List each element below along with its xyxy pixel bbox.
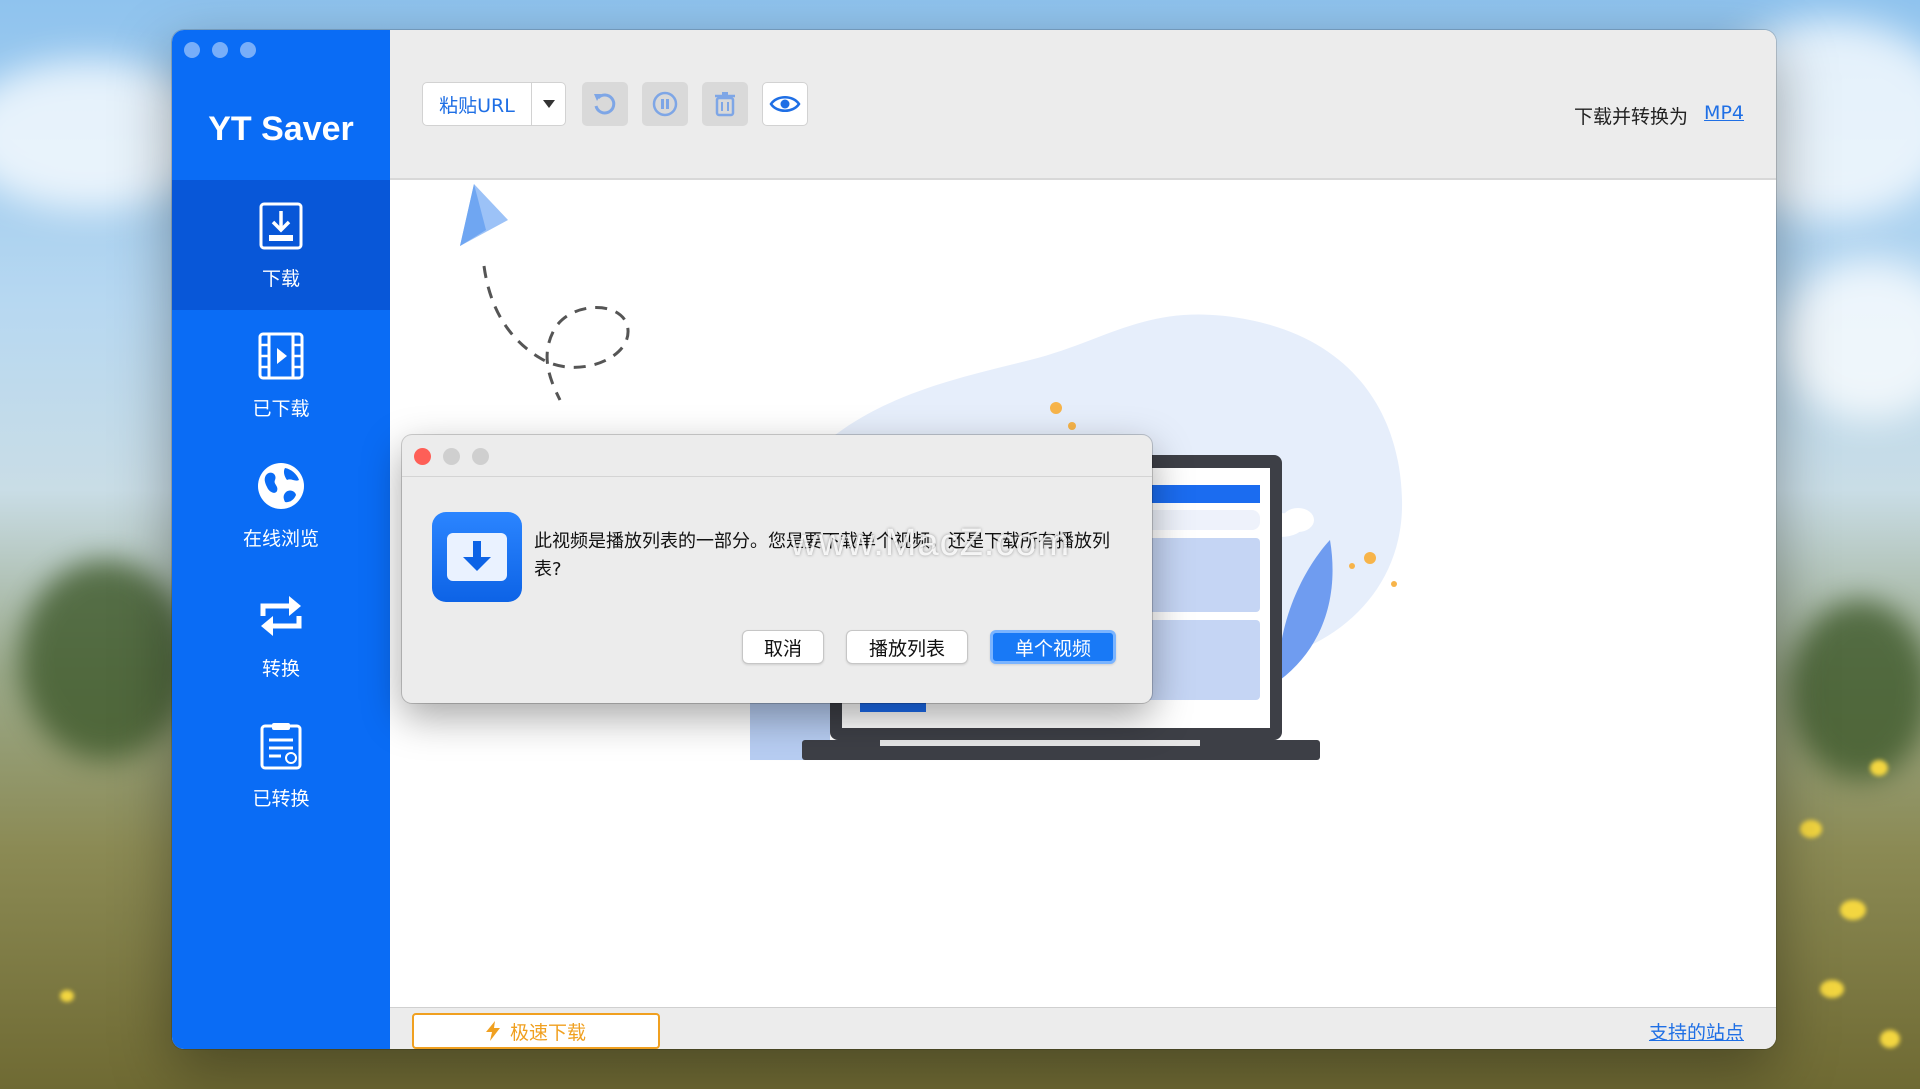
- turbo-download-button[interactable]: 极速下载: [412, 1013, 660, 1049]
- playlist-dialog: 此视频是播放列表的一部分。您是要下载单个视频，还是下载所有播放列表? 取消 播放…: [402, 435, 1152, 703]
- toolbar: 粘贴URL 下载并转换为 MP4: [390, 30, 1776, 180]
- watermark: www.MacZ.com: [790, 522, 1071, 564]
- convert-icon: [260, 595, 302, 636]
- sidebar-item-download[interactable]: 下载: [172, 180, 390, 310]
- single-video-button[interactable]: 单个视频: [990, 630, 1116, 664]
- sidebar-item-convert[interactable]: 转换: [172, 570, 390, 700]
- sidebar-item-label: 下载: [261, 267, 300, 290]
- dialog-minimize-button: [443, 448, 460, 465]
- lightning-icon: [485, 1021, 500, 1041]
- convert-format-link[interactable]: MP4: [1704, 102, 1744, 124]
- trash-icon: [715, 92, 735, 117]
- converted-list-icon: [260, 722, 302, 769]
- download-icon: [447, 533, 507, 581]
- film-icon: [258, 332, 304, 379]
- supported-sites-link[interactable]: 支持的站点: [1649, 1018, 1744, 1045]
- chevron-down-icon: [542, 100, 555, 108]
- sidebar-item-label: 转换: [261, 657, 300, 680]
- dialog-zoom-button: [472, 448, 489, 465]
- refresh-button[interactable]: [582, 82, 628, 126]
- delete-button[interactable]: [702, 82, 748, 126]
- dialog-close-button[interactable]: [414, 448, 431, 465]
- refresh-icon: [594, 93, 616, 115]
- sidebar-item-label: 已转换: [252, 787, 310, 810]
- sidebar-item-browse[interactable]: 在线浏览: [172, 440, 390, 570]
- sidebar-item-label: 已下载: [252, 397, 310, 420]
- globe-icon: [258, 462, 304, 509]
- paste-url-dropdown[interactable]: [532, 82, 566, 126]
- status-bar: 极速下载 支持的站点: [390, 1007, 1776, 1049]
- convert-to-label: 下载并转换为: [1573, 106, 1688, 128]
- turbo-download-label: 极速下载: [509, 1021, 586, 1044]
- sidebar-item-label: 在线浏览: [242, 527, 319, 550]
- sidebar-item-converted[interactable]: 已转换: [172, 700, 390, 830]
- window-controls: [184, 42, 256, 58]
- playlist-button[interactable]: 播放列表: [846, 630, 968, 664]
- close-window-button[interactable]: [184, 42, 200, 58]
- minimize-window-button[interactable]: [212, 42, 228, 58]
- paste-url-button[interactable]: 粘贴URL: [422, 82, 532, 126]
- app-title: YT Saver: [208, 110, 354, 148]
- sidebar-item-downloaded[interactable]: 已下载: [172, 310, 390, 440]
- zoom-window-button[interactable]: [240, 42, 256, 58]
- dialog-titlebar: [402, 435, 1152, 477]
- pause-icon: [652, 91, 678, 117]
- download-icon: [259, 202, 303, 249]
- preview-button[interactable]: [762, 82, 808, 126]
- dialog-window-controls: [414, 448, 489, 465]
- app-icon: [432, 512, 522, 602]
- sidebar: YT Saver 下载 已下载 在线浏览 转换 已转换: [172, 30, 390, 1049]
- pause-button[interactable]: [642, 82, 688, 126]
- eye-icon: [769, 96, 801, 112]
- cancel-button[interactable]: 取消: [742, 630, 824, 664]
